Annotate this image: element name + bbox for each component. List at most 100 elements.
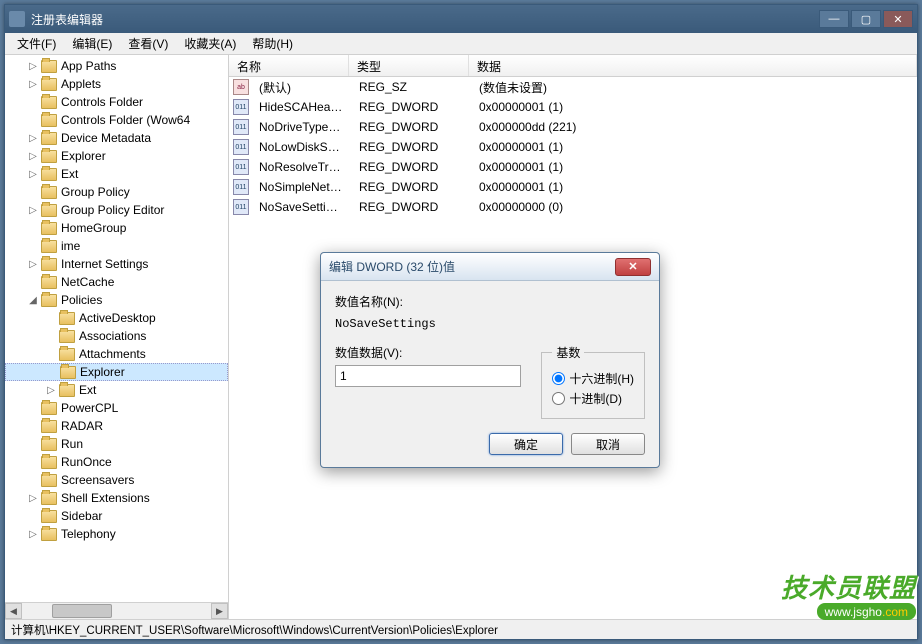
tree-item-label: RADAR bbox=[61, 419, 103, 433]
tree-item[interactable]: ▷Telephony bbox=[5, 525, 228, 543]
tree-item[interactable]: Attachments bbox=[5, 345, 228, 363]
folder-icon bbox=[41, 456, 57, 469]
minimize-button[interactable]: — bbox=[819, 10, 849, 28]
list-row[interactable]: 011NoSimpleNetI...REG_DWORD0x00000001 (1… bbox=[229, 177, 917, 197]
tree-item-label: Device Metadata bbox=[61, 131, 151, 145]
list-row[interactable]: 011NoResolveTrackREG_DWORD0x00000001 (1) bbox=[229, 157, 917, 177]
scroll-right-button[interactable]: ▶ bbox=[211, 603, 228, 619]
tree-pane: ▷App Paths▷AppletsControls Folder Control… bbox=[5, 55, 229, 619]
cell-data: 0x00000001 (1) bbox=[471, 180, 917, 194]
expander-closed-icon[interactable]: ▷ bbox=[27, 204, 39, 216]
titlebar[interactable]: 注册表编辑器 — ▢ ✕ bbox=[5, 5, 917, 33]
folder-icon bbox=[41, 294, 57, 307]
col-name[interactable]: 名称 bbox=[229, 55, 349, 76]
tree-item-label: PowerCPL bbox=[61, 401, 118, 415]
tree-item-label: Screensavers bbox=[61, 473, 134, 487]
folder-icon bbox=[41, 132, 57, 145]
tree-item[interactable]: RADAR bbox=[5, 417, 228, 435]
tree-item[interactable]: ▷App Paths bbox=[5, 57, 228, 75]
tree-item[interactable]: ActiveDesktop bbox=[5, 309, 228, 327]
tree-item[interactable]: ▷Internet Settings bbox=[5, 255, 228, 273]
list-row[interactable]: 011HideSCAHealthREG_DWORD0x00000001 (1) bbox=[229, 97, 917, 117]
cell-name: NoSaveSettings bbox=[251, 200, 351, 214]
tree-item[interactable]: Explorer bbox=[5, 363, 228, 381]
tree-hscrollbar[interactable]: ◀ ▶ bbox=[5, 602, 228, 619]
base-legend: 基数 bbox=[552, 344, 584, 361]
cancel-button[interactable]: 取消 bbox=[571, 433, 645, 455]
list-row[interactable]: 011NoLowDiskSp...REG_DWORD0x00000001 (1) bbox=[229, 137, 917, 157]
menu-file[interactable]: 文件(F) bbox=[9, 33, 64, 54]
tree-item[interactable]: ▷ Device Metadata bbox=[5, 129, 228, 147]
tree-item[interactable]: NetCache bbox=[5, 273, 228, 291]
tree-item[interactable]: ime bbox=[5, 237, 228, 255]
scroll-left-button[interactable]: ◀ bbox=[5, 603, 22, 619]
radio-hex-row[interactable]: 十六进制(H) bbox=[552, 370, 634, 387]
tree-item[interactable]: Screensavers bbox=[5, 471, 228, 489]
menu-favorites[interactable]: 收藏夹(A) bbox=[176, 33, 244, 54]
tree-item-label: Controls Folder (Wow64 bbox=[61, 113, 190, 127]
radio-hex[interactable] bbox=[552, 372, 565, 385]
tree-item[interactable]: ▷ Ext bbox=[5, 381, 228, 399]
tree-item-label: Policies bbox=[61, 293, 102, 307]
expander-closed-icon[interactable]: ▷ bbox=[27, 528, 39, 540]
tree-item[interactable]: PowerCPL bbox=[5, 399, 228, 417]
menu-help[interactable]: 帮助(H) bbox=[244, 33, 301, 54]
expander-closed-icon[interactable]: ▷ bbox=[45, 384, 57, 396]
dialog-close-button[interactable]: ✕ bbox=[615, 258, 651, 276]
expander-closed-icon[interactable]: ▷ bbox=[27, 168, 39, 180]
tree-item[interactable]: Associations bbox=[5, 327, 228, 345]
list-row[interactable]: ab(默认)REG_SZ(数值未设置) bbox=[229, 77, 917, 97]
dialog-titlebar[interactable]: 编辑 DWORD (32 位)值 ✕ bbox=[321, 253, 659, 281]
tree-item[interactable]: Controls Folder bbox=[5, 93, 228, 111]
tree-item-label: Associations bbox=[79, 329, 146, 343]
tree-item[interactable]: ▷Shell Extensions bbox=[5, 489, 228, 507]
expander-closed-icon[interactable]: ▷ bbox=[27, 150, 39, 162]
list-row[interactable]: 011NoSaveSettingsREG_DWORD0x00000000 (0) bbox=[229, 197, 917, 217]
radio-hex-label: 十六进制(H) bbox=[569, 370, 634, 387]
tree-item[interactable]: ▷Ext bbox=[5, 165, 228, 183]
close-button[interactable]: ✕ bbox=[883, 10, 913, 28]
expander-closed-icon[interactable]: ▷ bbox=[27, 258, 39, 270]
col-data[interactable]: 数据 bbox=[469, 55, 917, 76]
value-data-input[interactable] bbox=[335, 365, 521, 387]
tree-item[interactable]: Group Policy bbox=[5, 183, 228, 201]
maximize-button[interactable]: ▢ bbox=[851, 10, 881, 28]
list-row[interactable]: 011NoDriveTypeA...REG_DWORD0x000000dd (2… bbox=[229, 117, 917, 137]
tree-item-label: Run bbox=[61, 437, 83, 451]
folder-icon bbox=[41, 474, 57, 487]
expander-none bbox=[27, 114, 39, 126]
scroll-track[interactable] bbox=[22, 603, 211, 619]
expander-closed-icon[interactable]: ▷ bbox=[27, 60, 39, 72]
value-name-field bbox=[335, 314, 645, 334]
cell-data: 0x00000001 (1) bbox=[471, 160, 917, 174]
menu-view[interactable]: 查看(V) bbox=[120, 33, 176, 54]
expander-closed-icon[interactable]: ▷ bbox=[27, 78, 39, 90]
cell-name: HideSCAHealth bbox=[251, 100, 351, 114]
expander-open-icon[interactable]: ◢ bbox=[27, 294, 39, 306]
tree-item[interactable]: Run bbox=[5, 435, 228, 453]
menu-edit[interactable]: 编辑(E) bbox=[64, 33, 120, 54]
tree-item-label: Attachments bbox=[79, 347, 146, 361]
tree-item[interactable]: Sidebar bbox=[5, 507, 228, 525]
scroll-thumb[interactable] bbox=[52, 604, 112, 618]
tree-item-label: Ext bbox=[79, 383, 96, 397]
tree-item[interactable]: ▷ Explorer bbox=[5, 147, 228, 165]
expander-closed-icon[interactable]: ▷ bbox=[27, 132, 39, 144]
registry-tree[interactable]: ▷App Paths▷AppletsControls Folder Control… bbox=[5, 55, 228, 545]
ok-button[interactable]: 确定 bbox=[489, 433, 563, 455]
tree-item[interactable]: ◢ Policies bbox=[5, 291, 228, 309]
col-type[interactable]: 类型 bbox=[349, 55, 469, 76]
expander-closed-icon[interactable]: ▷ bbox=[27, 492, 39, 504]
radio-dec-row[interactable]: 十进制(D) bbox=[552, 390, 634, 407]
tree-item[interactable]: HomeGroup bbox=[5, 219, 228, 237]
tree-item[interactable]: ▷Applets bbox=[5, 75, 228, 93]
tree-item[interactable]: ▷Group Policy Editor bbox=[5, 201, 228, 219]
tree-item-label: Explorer bbox=[61, 149, 106, 163]
radio-dec[interactable] bbox=[552, 392, 565, 405]
cell-data: (数值未设置) bbox=[471, 79, 917, 96]
tree-item[interactable]: Controls Folder (Wow64 bbox=[5, 111, 228, 129]
tree-item[interactable]: RunOnce bbox=[5, 453, 228, 471]
value-name-label: 数值名称(N): bbox=[335, 293, 645, 310]
folder-icon bbox=[41, 150, 57, 163]
expander-none bbox=[45, 348, 57, 360]
